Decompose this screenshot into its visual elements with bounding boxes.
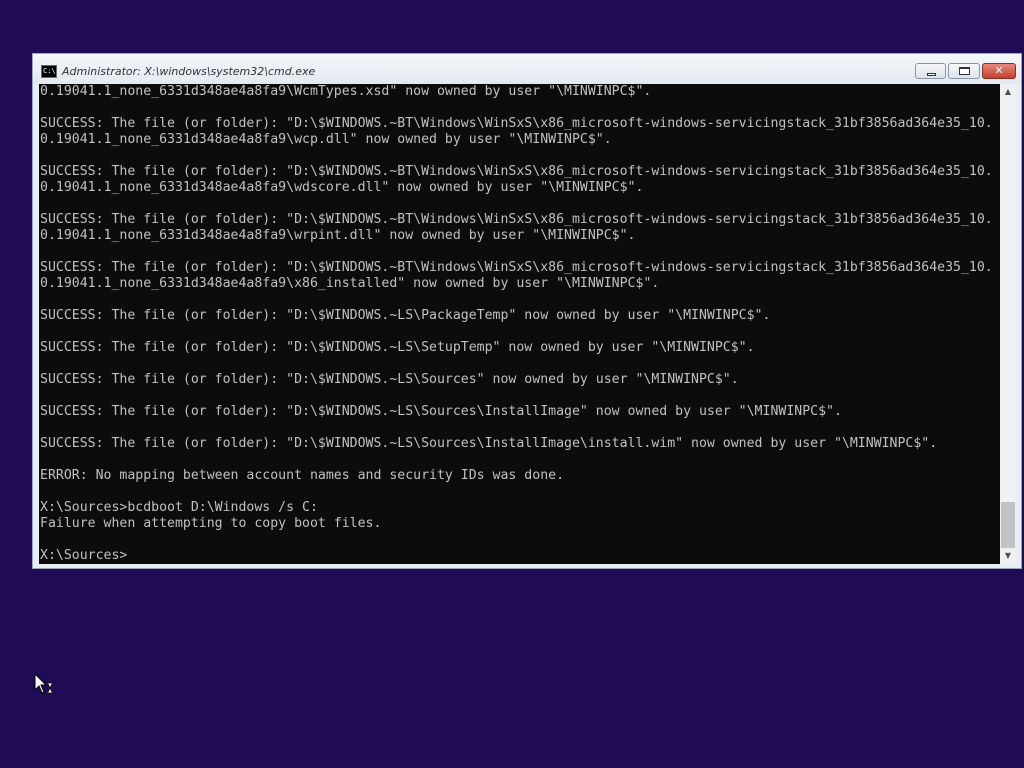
title-bar[interactable]: C:\ Administrator: X:\windows\system32\c… bbox=[33, 54, 1021, 84]
command-line: X:\Sources>bcdboot D:\Windows /s C: bbox=[40, 500, 318, 515]
console-text: 0.19041.1_none_6331d348ae4a8fa9\WcmTypes… bbox=[39, 84, 1000, 564]
scroll-thumb[interactable] bbox=[1001, 502, 1015, 548]
console-line: SUCCESS: The file (or folder): "D:\$WIND… bbox=[40, 372, 739, 387]
console-output[interactable]: 0.19041.1_none_6331d348ae4a8fa9\WcmTypes… bbox=[39, 84, 1000, 564]
maximize-button[interactable] bbox=[948, 63, 980, 79]
command-prompt[interactable]: X:\Sources> bbox=[40, 548, 1000, 564]
console-line: SUCCESS: The file (or folder): "D:\$WIND… bbox=[40, 308, 771, 323]
console-line: 0.19041.1_none_6331d348ae4a8fa9\x86_inst… bbox=[40, 276, 660, 291]
console-line: 0.19041.1_none_6331d348ae4a8fa9\wrpint.d… bbox=[40, 228, 636, 243]
minimize-icon bbox=[927, 73, 936, 76]
close-button[interactable]: ✕ bbox=[982, 63, 1016, 79]
console-line: SUCCESS: The file (or folder): "D:\$WIND… bbox=[40, 436, 938, 451]
busy-pointer-icon bbox=[33, 672, 57, 697]
cmd-icon: C:\ bbox=[41, 65, 57, 78]
console-line: SUCCESS: The file (or folder): "D:\$WIND… bbox=[40, 260, 993, 275]
cmd-window[interactable]: C:\ Administrator: X:\windows\system32\c… bbox=[32, 53, 1022, 569]
console-line: SUCCESS: The file (or folder): "D:\$WIND… bbox=[40, 164, 993, 179]
console-line: SUCCESS: The file (or folder): "D:\$WIND… bbox=[40, 116, 993, 131]
minimize-button[interactable] bbox=[915, 63, 946, 79]
desktop: C:\ Administrator: X:\windows\system32\c… bbox=[0, 0, 1024, 768]
console-line: SUCCESS: The file (or folder): "D:\$WIND… bbox=[40, 212, 993, 227]
console-line: 0.19041.1_none_6331d348ae4a8fa9\wdscore.… bbox=[40, 180, 644, 195]
close-icon: ✕ bbox=[994, 64, 1004, 77]
scroll-up-arrow-icon[interactable]: ▲ bbox=[1000, 84, 1016, 100]
vertical-scrollbar[interactable]: ▲ ▼ bbox=[1000, 84, 1016, 564]
console-line: SUCCESS: The file (or folder): "D:\$WIND… bbox=[40, 404, 842, 419]
error-line: ERROR: No mapping between account names … bbox=[40, 468, 565, 483]
maximize-icon bbox=[959, 67, 970, 75]
scroll-down-arrow-icon[interactable]: ▼ bbox=[1000, 548, 1016, 564]
console-line: 0.19041.1_none_6331d348ae4a8fa9\WcmTypes… bbox=[40, 84, 652, 99]
console-line: Failure when attempting to copy boot fil… bbox=[40, 516, 382, 531]
window-title: Administrator: X:\windows\system32\cmd.e… bbox=[62, 65, 316, 78]
console-line: SUCCESS: The file (or folder): "D:\$WIND… bbox=[40, 340, 755, 355]
console-line: 0.19041.1_none_6331d348ae4a8fa9\wcp.dll"… bbox=[40, 132, 612, 147]
